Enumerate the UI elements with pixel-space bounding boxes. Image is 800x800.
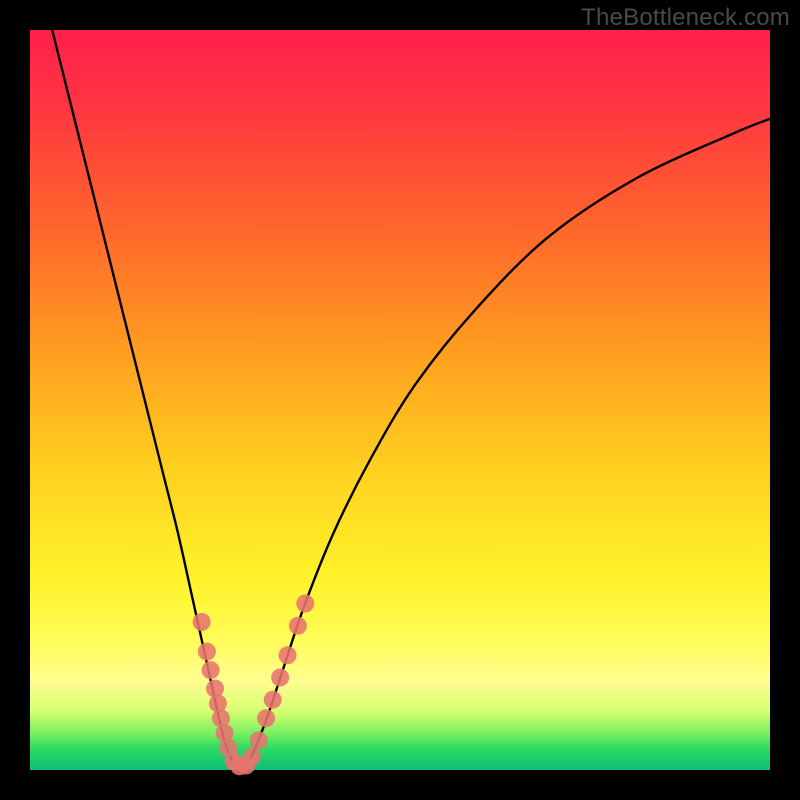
outer-frame: TheBottleneck.com — [0, 0, 800, 800]
watermark-text: TheBottleneck.com — [581, 4, 790, 32]
data-marker — [296, 595, 314, 613]
data-marker — [202, 661, 220, 679]
data-marker — [264, 691, 282, 709]
bottleneck-chart-svg — [30, 30, 770, 770]
data-marker — [289, 617, 307, 635]
data-marker — [193, 613, 211, 631]
marker-layer — [193, 595, 315, 776]
data-marker — [271, 669, 289, 687]
data-marker — [198, 643, 216, 661]
data-marker — [206, 680, 224, 698]
data-marker — [243, 748, 261, 766]
data-marker — [209, 694, 227, 712]
data-marker — [279, 646, 297, 664]
data-marker — [250, 731, 268, 749]
plot-area — [30, 30, 770, 770]
data-marker — [257, 709, 275, 727]
bottleneck-curve — [52, 30, 770, 768]
